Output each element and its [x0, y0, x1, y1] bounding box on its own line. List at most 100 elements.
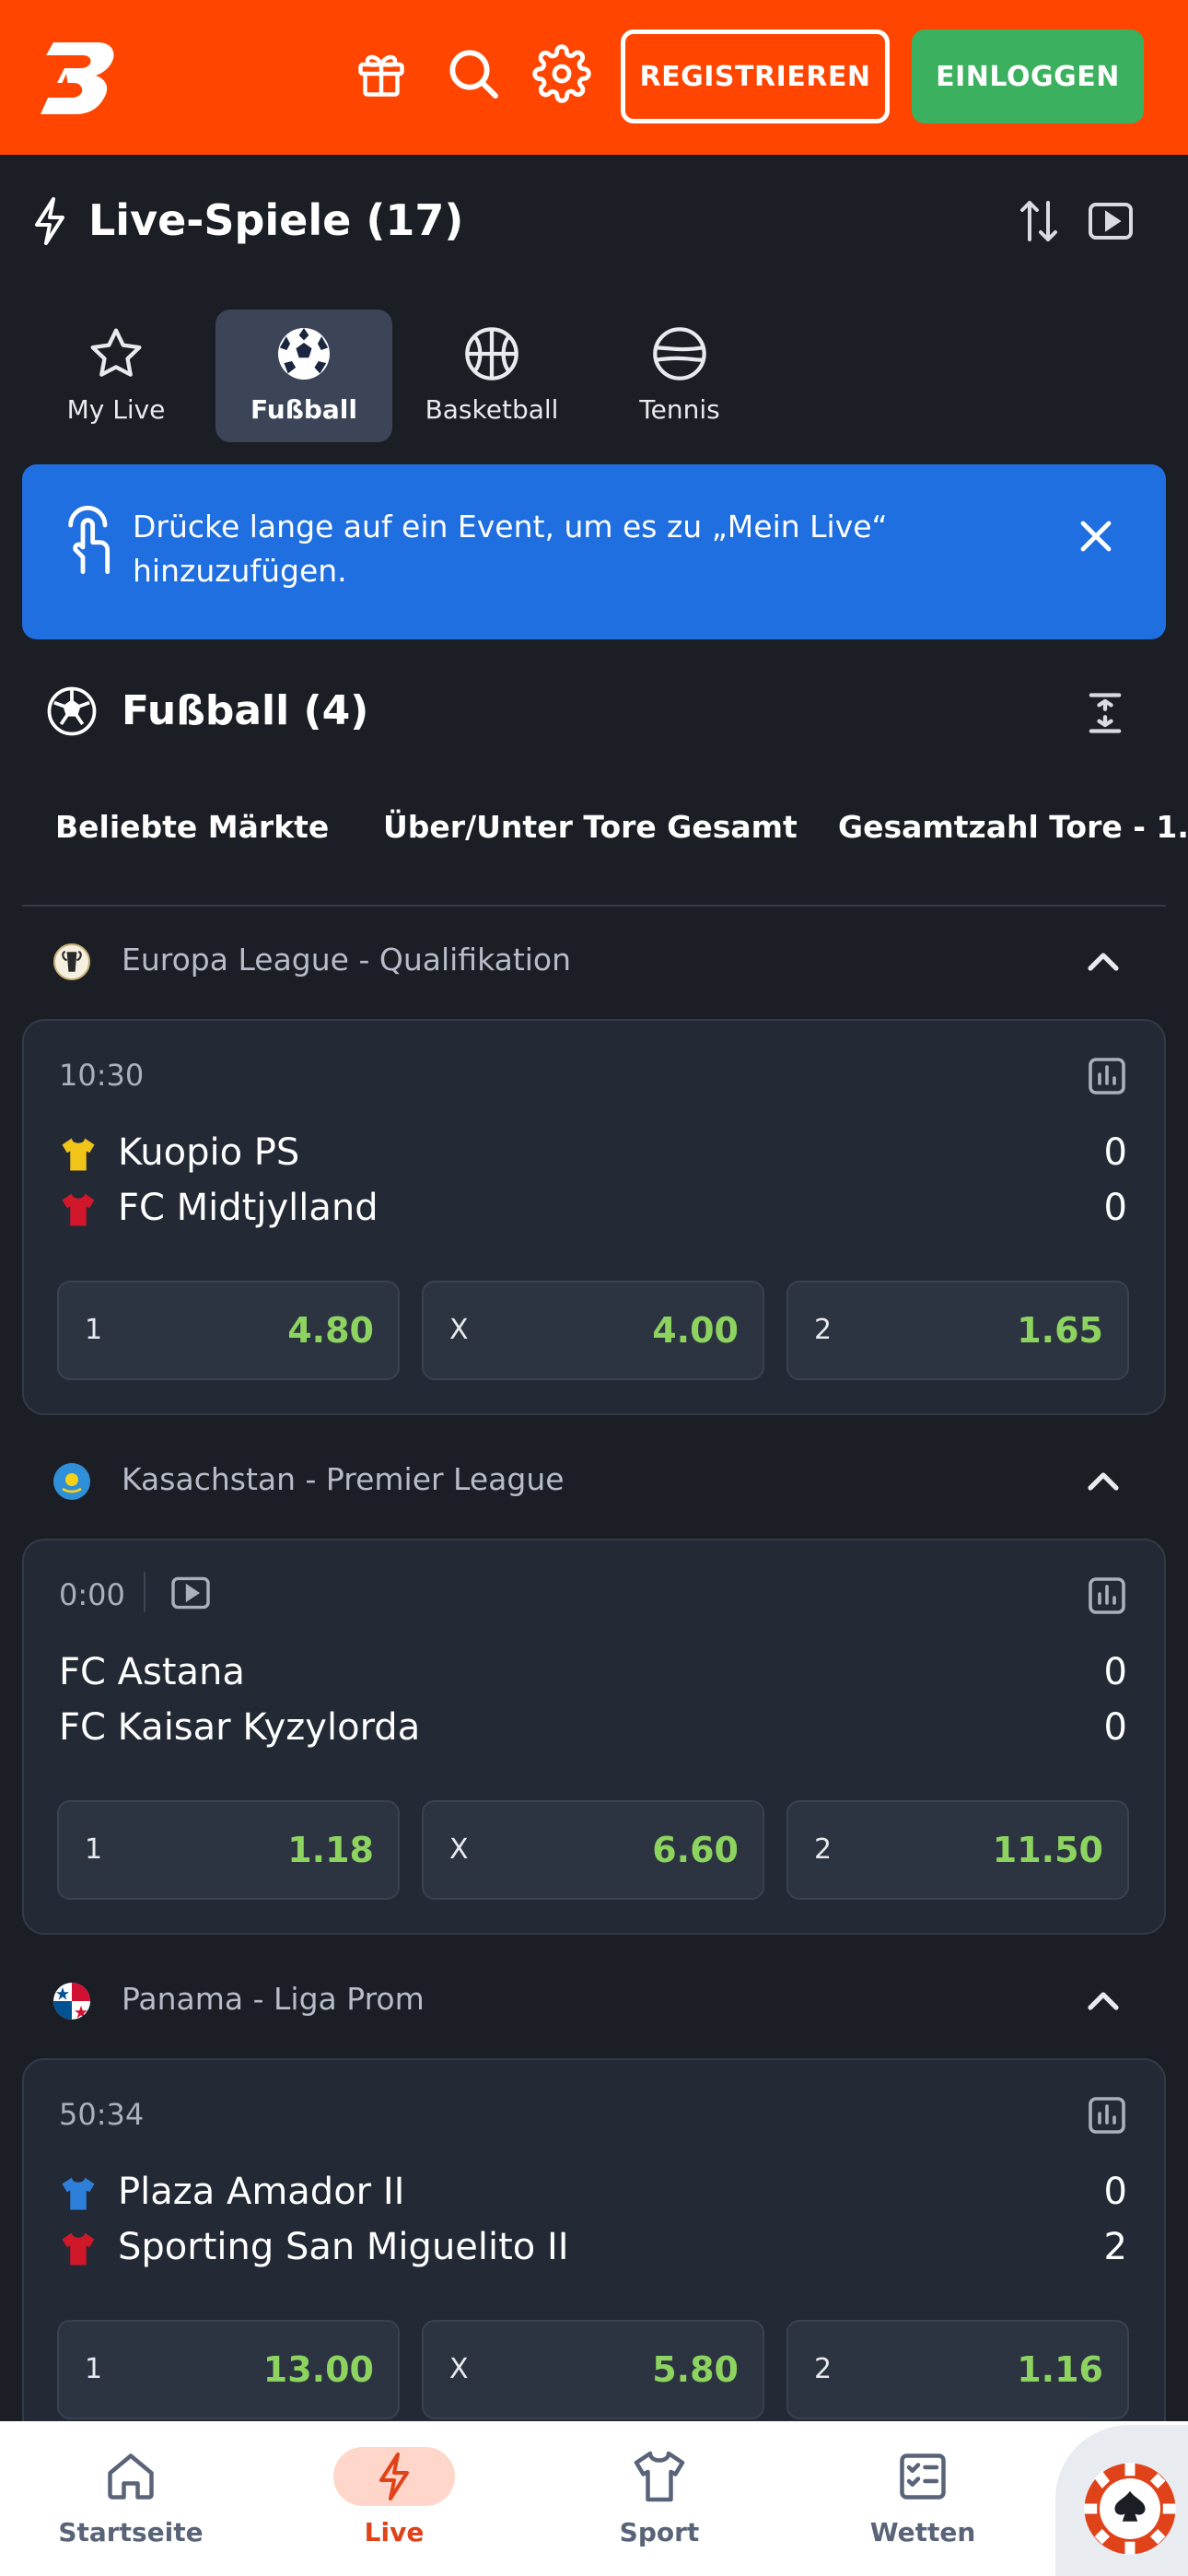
odd-value: 11.50	[992, 1830, 1103, 1870]
away-score: 0	[1103, 1187, 1127, 1229]
away-jersey-icon	[59, 2230, 98, 2268]
odd-key: 2	[814, 1833, 833, 1866]
league-logo-europa-league	[53, 943, 90, 980]
odd-key: X	[449, 1314, 469, 1346]
odd-value: 13.00	[262, 2349, 374, 2390]
odd-button-draw[interactable]: X 5.80	[422, 2320, 764, 2419]
league-name[interactable]: Europa League - Qualifikation	[122, 942, 571, 978]
basketball-icon	[465, 327, 518, 381]
settings-icon[interactable]	[523, 35, 600, 112]
market-tab-over-under[interactable]: Über/Unter Tore Gesamt	[383, 809, 798, 845]
poker-chip-icon	[1084, 2463, 1176, 2555]
league-name[interactable]: Panama - Liga Prom	[122, 1981, 425, 2017]
odd-key: 1	[85, 2353, 103, 2385]
odd-button-away[interactable]: 2 1.65	[786, 1281, 1129, 1380]
jersey-icon	[623, 2447, 696, 2506]
home-score: 0	[1103, 2171, 1127, 2213]
casino-button[interactable]	[1055, 2425, 1188, 2576]
odd-value: 5.80	[652, 2349, 739, 2390]
away-score: 0	[1103, 1706, 1127, 1749]
star-icon	[90, 328, 142, 377]
home-jersey-icon	[59, 2174, 98, 2213]
league-name[interactable]: Kasachstan - Premier League	[122, 1461, 565, 1497]
stats-icon[interactable]	[1087, 1056, 1127, 1096]
match-time: 10:30	[59, 1058, 145, 1093]
odd-button-draw[interactable]: X 6.60	[422, 1800, 764, 1900]
odd-value: 1.65	[1017, 1310, 1103, 1351]
odd-button-home[interactable]: 1 1.18	[57, 1800, 400, 1900]
video-icon[interactable]	[169, 1575, 212, 1610]
soccer-ball-icon	[46, 685, 98, 737]
market-tab-popular[interactable]: Beliebte Märkte	[55, 809, 329, 845]
nav-item-live[interactable]: Live	[302, 2421, 486, 2576]
odd-button-home[interactable]: 1 13.00	[57, 2320, 400, 2419]
odd-key: 2	[814, 2353, 833, 2385]
nav-label: Wetten	[869, 2517, 976, 2547]
sport-tab-label: Tennis	[639, 394, 720, 425]
home-team: FC Astana	[59, 1651, 245, 1693]
nav-item-sport[interactable]: Sport	[567, 2421, 751, 2576]
tennis-ball-icon	[653, 327, 706, 381]
odd-value: 1.18	[287, 1830, 374, 1870]
odd-button-away[interactable]: 2 1.16	[786, 2320, 1129, 2419]
market-tab-total-goals[interactable]: Gesamtzahl Tore - 1. H	[838, 809, 1188, 845]
logo-icon[interactable]	[41, 37, 123, 120]
sport-tab-label: My Live	[66, 394, 166, 425]
nav-label: Startseite	[58, 2517, 204, 2547]
register-button[interactable]: REGISTRIEREN	[621, 29, 890, 123]
nav-label: Live	[364, 2517, 425, 2547]
away-jersey-icon	[59, 1190, 98, 1229]
video-icon[interactable]	[1079, 190, 1142, 252]
odd-key: 1	[85, 1314, 103, 1346]
long-press-icon	[61, 503, 120, 577]
close-icon[interactable]	[1077, 518, 1114, 555]
away-team: FC Kaisar Kyzylorda	[59, 1706, 421, 1749]
away-team: FC Midtjylland	[118, 1187, 379, 1229]
home-score: 0	[1103, 1651, 1127, 1693]
chevron-up-icon[interactable]	[1085, 947, 1122, 975]
sport-tab-fussball[interactable]: Fußball	[215, 310, 392, 442]
home-score: 0	[1103, 1131, 1127, 1174]
chevron-up-icon[interactable]	[1085, 1467, 1122, 1494]
collapse-all-icon[interactable]	[1081, 689, 1129, 737]
nav-label: Sport	[619, 2517, 700, 2547]
sport-tab-my-live[interactable]: My Live	[28, 310, 204, 442]
odd-button-home[interactable]: 1 4.80	[57, 1281, 400, 1380]
banner-text: Drücke lange auf ein Event, um es zu „Me…	[133, 509, 888, 589]
odd-key: X	[449, 2353, 469, 2385]
odd-button-draw[interactable]: X 4.00	[422, 1281, 764, 1380]
odd-key: 2	[814, 1314, 833, 1346]
match-time: 50:34	[59, 2097, 145, 2132]
flag-kazakhstan-icon	[53, 1463, 90, 1500]
odd-key: X	[449, 1833, 469, 1866]
divider	[22, 905, 1166, 907]
nav-item-startseite[interactable]: Startseite	[39, 2421, 223, 2576]
chevron-up-icon[interactable]	[1085, 1986, 1122, 2014]
bolt-icon	[28, 195, 72, 247]
home-icon	[94, 2447, 168, 2506]
sport-tab-label: Fußball	[250, 394, 357, 425]
nav-item-wetten[interactable]: Wetten	[831, 2421, 1015, 2576]
sport-tab-basketball[interactable]: Basketball	[403, 310, 580, 442]
odd-value: 1.16	[1017, 2349, 1103, 2390]
odd-value: 6.60	[652, 1830, 739, 1870]
page-title: Live-Spiele (17)	[88, 195, 464, 245]
bolt-icon	[333, 2447, 455, 2506]
soccer-ball-icon	[278, 328, 330, 380]
divider	[144, 1572, 146, 1612]
odd-button-away[interactable]: 2 11.50	[786, 1800, 1129, 1900]
sport-tab-label: Basketball	[425, 394, 559, 425]
away-score: 2	[1103, 2226, 1127, 2268]
sort-icon[interactable]	[1007, 190, 1070, 252]
gift-icon[interactable]	[343, 35, 420, 112]
login-button[interactable]: EINLOGGEN	[912, 29, 1144, 123]
match-time: 0:00	[59, 1577, 125, 1612]
stats-icon[interactable]	[1087, 1575, 1127, 1616]
stats-icon[interactable]	[1087, 2095, 1127, 2136]
flag-panama-icon	[53, 1983, 90, 2020]
sport-tab-tennis[interactable]: Tennis	[591, 310, 768, 442]
odd-value: 4.80	[287, 1310, 374, 1351]
search-icon[interactable]	[435, 35, 512, 112]
odd-key: 1	[85, 1833, 103, 1866]
section-title: Fußball (4)	[122, 687, 369, 734]
